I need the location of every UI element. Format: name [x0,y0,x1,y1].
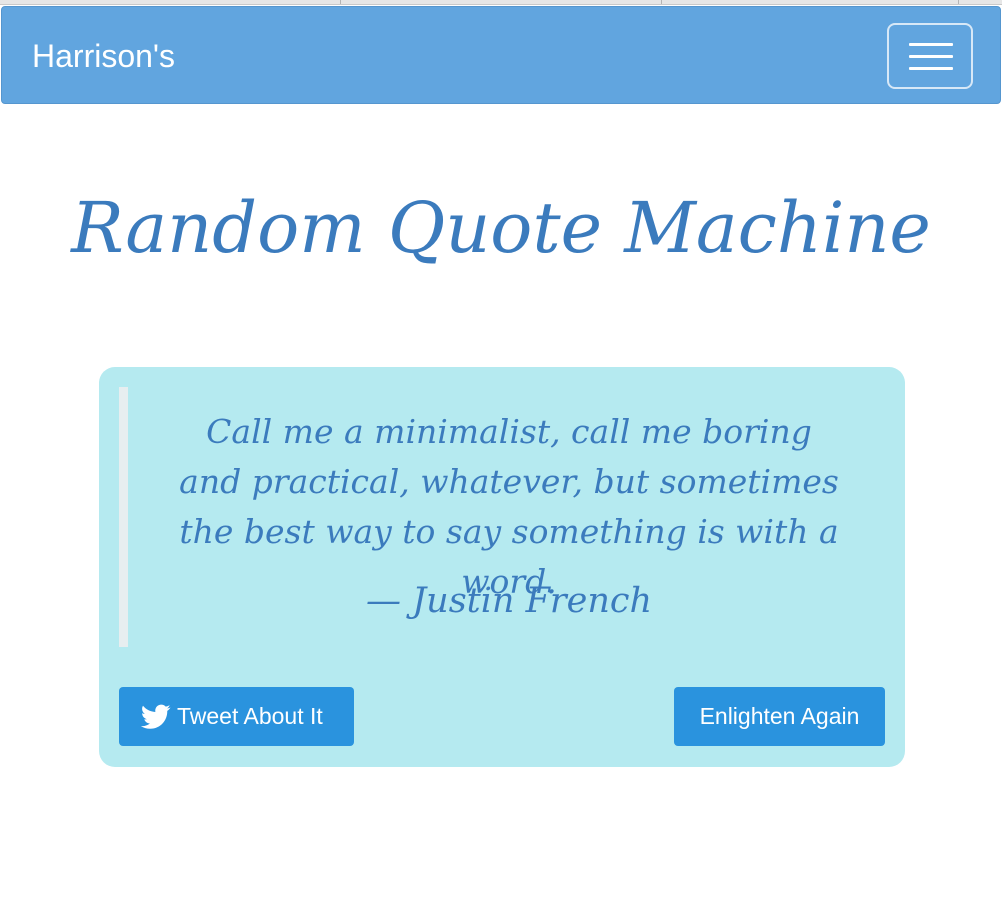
quote-card: Call me a minimalist, call me boring and… [99,367,905,767]
twitter-bird-icon [141,704,171,729]
navbar-brand[interactable]: Harrison's [32,37,175,75]
navbar-toggle-button[interactable] [887,23,973,89]
blockquote-border [119,387,128,647]
tweet-button-label: Tweet About It [177,703,323,729]
quote-text: Call me a minimalist, call me boring and… [179,412,839,601]
new-quote-button[interactable]: Enlighten Again [674,687,885,746]
tab-divider [958,0,959,4]
new-quote-button-label: Enlighten Again [699,703,860,729]
navbar: Harrison's [1,6,1001,104]
tab-divider [661,0,662,4]
browser-top-strip [0,0,1002,5]
quote-author: — Justin French [366,581,652,621]
page-title: Random Quote Machine [71,187,931,269]
tweet-button[interactable]: Tweet About It [119,687,354,746]
tab-divider [340,0,341,4]
